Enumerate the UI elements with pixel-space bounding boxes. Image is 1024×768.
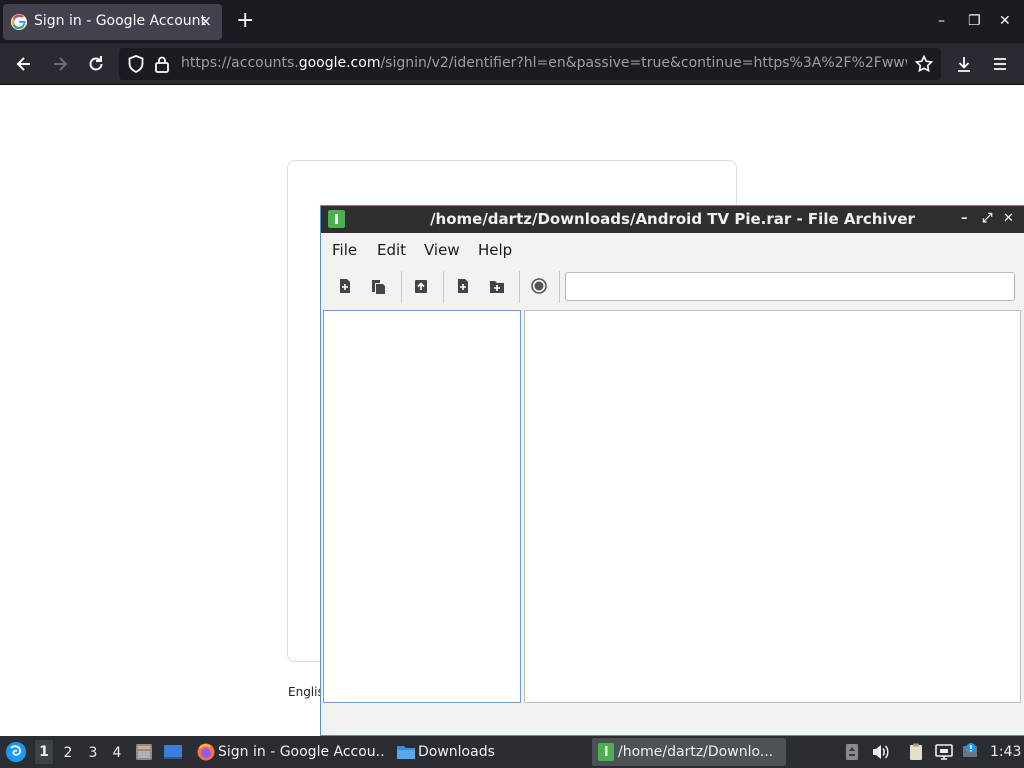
toolbar-separator <box>559 271 560 303</box>
task-firefox-signin[interactable]: Sign in - Google Accou... <box>192 738 388 766</box>
menu-view[interactable]: View <box>424 241 460 259</box>
url-text[interactable]: https://accounts.google.com/signin/v2/id… <box>181 55 907 71</box>
show-desktop-icon[interactable] <box>163 742 183 762</box>
menu-file[interactable]: File <box>332 241 357 259</box>
browser-minimize-button[interactable]: – <box>938 12 945 30</box>
archiver-file-list[interactable] <box>524 310 1021 703</box>
browser-nav-bar: https://accounts.google.com/signin/v2/id… <box>0 43 1024 85</box>
task-file-archiver[interactable]: /home/dartz/Downlo... <box>592 738 786 766</box>
url-bar[interactable]: https://accounts.google.com/signin/v2/id… <box>119 48 941 80</box>
stop-icon[interactable] <box>529 276 549 296</box>
menu-help[interactable]: Help <box>478 241 512 259</box>
add-file-icon[interactable] <box>453 276 473 296</box>
workspace-1[interactable]: 1 <box>35 740 53 764</box>
folder-icon <box>396 742 416 762</box>
language-selector[interactable]: Englis <box>288 685 324 699</box>
taskbar: 1 2 3 4 Sign in - Google Accou... Downlo… <box>0 736 1024 768</box>
back-arrow-icon[interactable] <box>14 54 34 74</box>
archiver-toolbar <box>321 264 1024 310</box>
volume-icon[interactable] <box>870 742 890 762</box>
new-archive-icon[interactable] <box>335 276 355 296</box>
toolbar-separator <box>401 271 402 303</box>
hamburger-menu-icon[interactable] <box>990 54 1010 74</box>
archiver-status-bar <box>321 706 1024 736</box>
network-icon[interactable] <box>934 742 954 762</box>
google-favicon-icon <box>11 14 27 30</box>
browser-close-button[interactable]: ✕ <box>999 12 1011 30</box>
archiver-maximize-button[interactable]: ⤢ <box>982 210 992 228</box>
taskbar-clock[interactable]: 1:43 <box>990 744 1021 760</box>
removable-drive-icon[interactable] <box>842 742 862 762</box>
tab-title: Sign in - Google Accounts <box>34 13 206 29</box>
browser-tab-bar: Sign in - Google Accounts × + – ❐ ✕ <box>0 0 1024 43</box>
task-downloads[interactable]: Downloads <box>392 738 588 766</box>
extract-icon[interactable] <box>411 276 431 296</box>
workspace-3[interactable]: 3 <box>84 745 102 761</box>
toolbar-separator <box>519 271 520 303</box>
clipboard-icon[interactable] <box>906 742 926 762</box>
archiver-icon <box>596 742 616 762</box>
firefox-icon <box>196 742 216 762</box>
archiver-menu-bar: File Edit View Help <box>321 233 1024 263</box>
lock-icon[interactable] <box>152 54 172 74</box>
task-label: Sign in - Google Accou... <box>218 744 386 760</box>
new-tab-button[interactable]: + <box>236 10 254 32</box>
toolbar-separator <box>443 271 444 303</box>
archiver-minimize-button[interactable]: – <box>961 210 968 228</box>
file-manager-launcher-icon[interactable] <box>134 742 154 762</box>
workspace-4[interactable]: 4 <box>108 745 126 761</box>
menu-edit[interactable]: Edit <box>377 241 406 259</box>
archiver-close-button[interactable]: ✕ <box>1003 210 1014 228</box>
notification-icon[interactable] <box>961 742 981 762</box>
archiver-folder-tree[interactable] <box>323 310 521 703</box>
bookmark-star-icon[interactable] <box>914 54 934 74</box>
forward-arrow-icon[interactable] <box>50 54 70 74</box>
task-label: Downloads <box>418 744 495 760</box>
workspace-2[interactable]: 2 <box>59 745 77 761</box>
archiver-titlebar[interactable]: /home/dartz/Downloads/Android TV Pie.rar… <box>321 206 1024 233</box>
browser-restore-button[interactable]: ❐ <box>968 12 981 30</box>
file-archiver-window: /home/dartz/Downloads/Android TV Pie.rar… <box>320 205 1024 736</box>
start-menu-icon[interactable] <box>4 740 28 764</box>
reload-icon[interactable] <box>86 54 106 74</box>
archiver-window-title: /home/dartz/Downloads/Android TV Pie.rar… <box>430 210 915 228</box>
open-archive-icon[interactable] <box>369 276 389 296</box>
archiver-path-input[interactable] <box>565 272 1015 301</box>
downloads-icon[interactable] <box>954 54 974 74</box>
tracking-shield-icon[interactable] <box>126 54 146 74</box>
browser-tab-google-signin[interactable]: Sign in - Google Accounts × <box>3 4 222 40</box>
task-label: /home/dartz/Downlo... <box>618 744 774 760</box>
add-folder-icon[interactable] <box>487 276 507 296</box>
tab-close-icon[interactable]: × <box>199 12 212 30</box>
